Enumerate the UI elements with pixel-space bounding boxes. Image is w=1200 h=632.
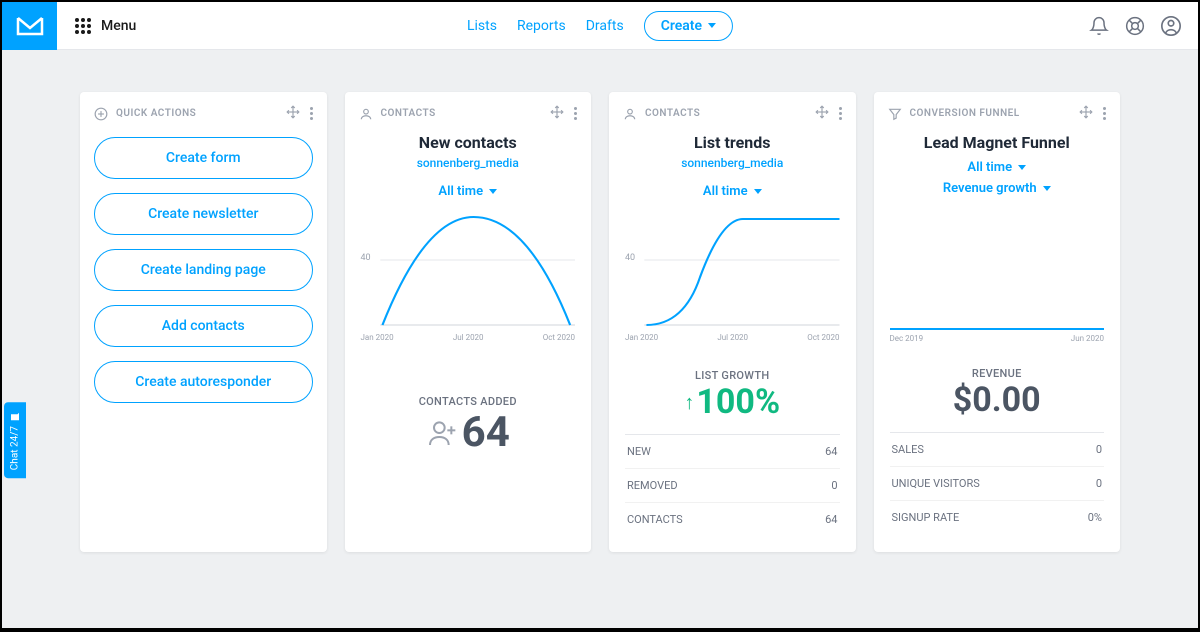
qa-create-landing-page[interactable]: Create landing page: [94, 249, 313, 291]
stat-row: UNIQUE VISITORS0: [890, 466, 1105, 500]
new-contacts-card: CONTACTS New contacts sonnenberg_media A…: [345, 92, 592, 552]
metric-label: CONTACTS ADDED: [361, 395, 576, 408]
card-title: List trends: [625, 133, 840, 152]
topbar-right: [1088, 15, 1198, 37]
card-title: New contacts: [361, 133, 576, 152]
chevron-down-icon: [1018, 165, 1026, 170]
plus-circle-icon: [94, 107, 108, 121]
card-header-title: QUICK ACTIONS: [116, 108, 196, 119]
metric-filter[interactable]: Revenue growth: [943, 181, 1051, 196]
x-tick: Dec 2019: [890, 334, 924, 343]
funnel-stats: SALES0 UNIQUE VISITORS0 SIGNUP RATE0%: [890, 432, 1105, 534]
menu-label: Menu: [101, 18, 136, 34]
stat-row: CONTACTS64: [625, 502, 840, 536]
account-button[interactable]: [1160, 15, 1182, 37]
metric-label: LIST GROWTH: [625, 369, 840, 382]
more-options-icon[interactable]: [1103, 107, 1106, 120]
card-title: Lead Magnet Funnel: [890, 133, 1105, 152]
create-button-label: Create: [661, 18, 702, 34]
time-filter[interactable]: All time: [703, 184, 762, 199]
card-header-title: CONVERSION FUNNEL: [910, 108, 1020, 119]
user-icon: [359, 107, 373, 121]
list-trends-card: CONTACTS List trends sonnenberg_media Al…: [609, 92, 856, 552]
user-icon: [623, 107, 637, 121]
nav-reports[interactable]: Reports: [517, 18, 566, 34]
app-logo[interactable]: [2, 2, 57, 50]
apps-grid-icon: [75, 18, 91, 34]
list-growth-value: ↑ 100%: [625, 382, 840, 422]
chat-tab[interactable]: Chat 24/7: [4, 402, 26, 478]
stat-row: REMOVED0: [625, 468, 840, 502]
nav-center: Lists Reports Drafts Create: [467, 11, 733, 41]
user-circle-icon: [1160, 15, 1182, 37]
x-tick: Jan 2020: [625, 333, 658, 342]
chevron-down-icon: [708, 23, 716, 28]
stat-row: SALES0: [890, 432, 1105, 466]
move-icon[interactable]: [815, 104, 829, 123]
envelope-icon: [16, 16, 44, 36]
chat-icon: [9, 410, 21, 422]
x-tick: Oct 2020: [543, 333, 575, 342]
time-filter[interactable]: All time: [967, 160, 1026, 175]
qa-create-newsletter[interactable]: Create newsletter: [94, 193, 313, 235]
x-tick: Oct 2020: [807, 333, 839, 342]
qa-create-autoresponder[interactable]: Create autoresponder: [94, 361, 313, 403]
conversion-funnel-card: CONVERSION FUNNEL Lead Magnet Funnel All…: [874, 92, 1121, 552]
help-button[interactable]: [1124, 15, 1146, 37]
menu-button[interactable]: Menu: [57, 18, 154, 34]
chevron-down-icon: [1043, 186, 1051, 191]
notifications-button[interactable]: [1088, 15, 1110, 37]
create-button[interactable]: Create: [644, 11, 733, 41]
contacts-added-value: 64: [361, 408, 576, 457]
x-tick: Jul 2020: [453, 333, 484, 342]
new-contacts-chart: 40 Jan 2020 Jul 2020 Oct 2020: [361, 207, 576, 345]
trends-stats: NEW64 REMOVED0 CONTACTS64: [625, 434, 840, 536]
list-selector[interactable]: sonnenberg_media: [361, 156, 576, 170]
stat-row: NEW64: [625, 434, 840, 468]
bell-icon: [1089, 16, 1109, 36]
stat-row: SIGNUP RATE0%: [890, 500, 1105, 534]
card-header-title: CONTACTS: [381, 108, 436, 119]
time-filter[interactable]: All time: [438, 184, 497, 199]
x-tick: Jun 2020: [1071, 334, 1104, 343]
nav-lists[interactable]: Lists: [467, 18, 497, 34]
qa-create-form[interactable]: Create form: [94, 137, 313, 179]
topbar: Menu Lists Reports Drafts Create: [2, 2, 1198, 50]
move-icon[interactable]: [286, 104, 300, 123]
x-tick: Jan 2020: [361, 333, 394, 342]
funnel-icon: [888, 107, 902, 121]
revenue-chart: [890, 218, 1105, 330]
more-options-icon[interactable]: [574, 107, 577, 120]
chevron-down-icon: [754, 189, 762, 194]
user-plus-icon: [426, 417, 458, 449]
nav-drafts[interactable]: Drafts: [586, 18, 624, 34]
more-options-icon[interactable]: [310, 107, 313, 120]
revenue-value: $0.00: [890, 380, 1105, 420]
quick-actions-card: QUICK ACTIONS Create form Create newslet…: [80, 92, 327, 552]
more-options-icon[interactable]: [839, 107, 842, 120]
dashboard: QUICK ACTIONS Create form Create newslet…: [2, 50, 1198, 552]
metric-label: REVENUE: [890, 367, 1105, 380]
move-icon[interactable]: [550, 104, 564, 123]
card-header-title: CONTACTS: [645, 108, 700, 119]
list-trends-chart: 40 Jan 2020 Jul 2020 Oct 2020: [625, 207, 840, 345]
x-tick: Jul 2020: [717, 333, 748, 342]
lifebuoy-icon: [1125, 16, 1145, 36]
qa-add-contacts[interactable]: Add contacts: [94, 305, 313, 347]
list-selector[interactable]: sonnenberg_media: [625, 156, 840, 170]
move-icon[interactable]: [1079, 104, 1093, 123]
chevron-down-icon: [489, 189, 497, 194]
arrow-up-icon: ↑: [684, 390, 694, 415]
